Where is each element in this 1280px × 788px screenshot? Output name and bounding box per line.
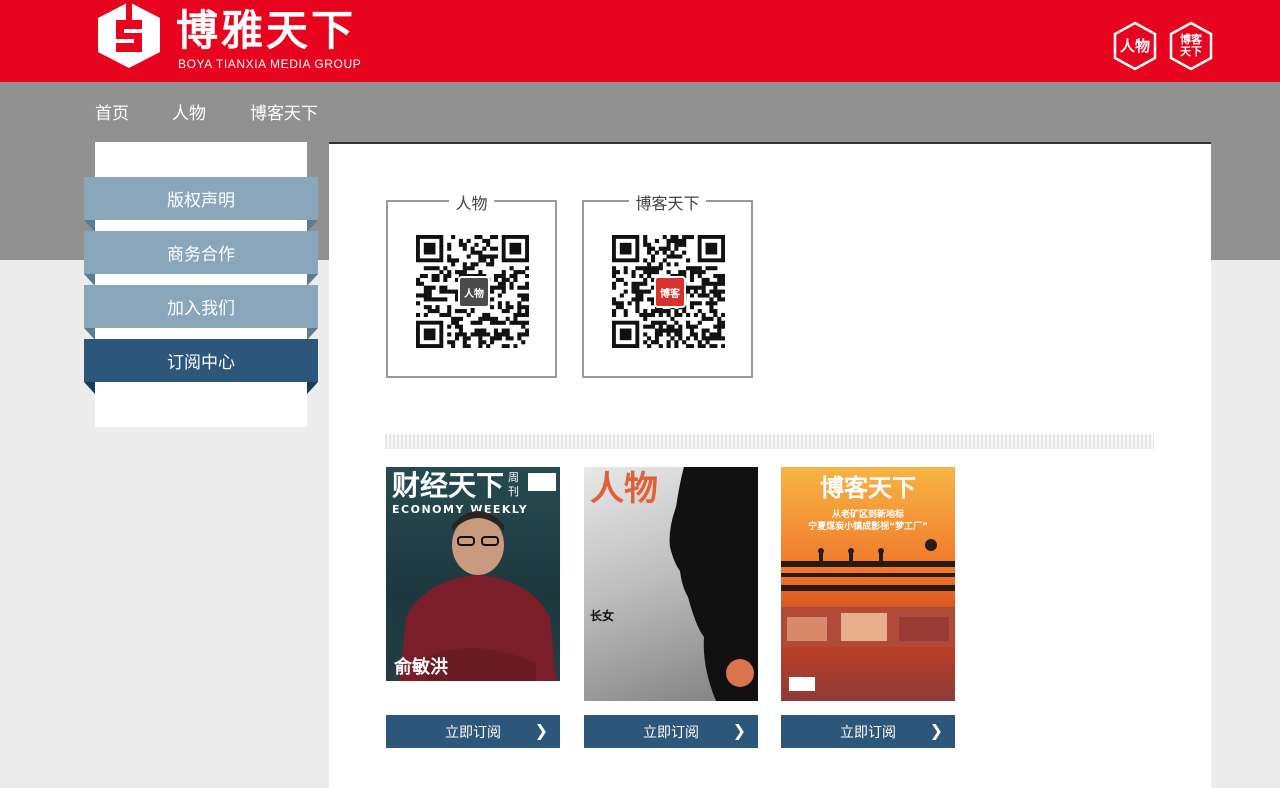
subscribe-button-label: 立即订阅	[445, 724, 501, 741]
divider	[385, 434, 1154, 449]
qr-title: 博客天下	[629, 194, 706, 213]
cover-portrait-icon	[400, 511, 556, 681]
sidebar-item-label: 订阅中心	[84, 339, 318, 382]
qr-title: 人物	[449, 194, 494, 213]
chevron-right-icon: ❯	[534, 721, 548, 740]
sidebar-item-label: 版权声明	[84, 177, 318, 220]
cover-silhouette-icon	[669, 467, 758, 701]
subscribe-button-label: 立即订阅	[643, 724, 699, 741]
qr-card-boke: 博客天下 博客	[582, 194, 753, 378]
sidebar-item-copyright[interactable]: 版权声明	[84, 177, 318, 232]
magazine-cover-renwu[interactable]: 人物 长女	[584, 467, 758, 701]
renwu-logo-icon: 人物	[458, 276, 490, 308]
brand-name-en: BOYA TIANXIA MEDIA GROUP	[178, 57, 362, 71]
subscribe-button-economy[interactable]: 立即订阅 ❯	[386, 715, 560, 748]
nav-renwu[interactable]: 人物	[172, 103, 206, 125]
boya-logo-icon[interactable]	[96, 0, 162, 70]
sidebar-item-business[interactable]: 商务合作	[84, 231, 318, 286]
renwu-hex-label: 人物	[1119, 37, 1150, 55]
subscribe-button-label: 立即订阅	[840, 724, 896, 741]
magazine-cover-economy[interactable]: 财经天下 周刊 ECONOMY WEEKLY 俞敏洪	[386, 467, 560, 681]
sidebar-item-label: 加入我们	[84, 285, 318, 328]
sidebar-item-join[interactable]: 加入我们	[84, 285, 318, 340]
cover-scene-icon	[781, 539, 955, 691]
qr-card-renwu: 人物 人物	[386, 194, 557, 378]
nav-boke[interactable]: 博客天下	[250, 103, 318, 125]
cover-text: 长女	[590, 609, 615, 623]
site-header: 博雅天下 BOYA TIANXIA MEDIA GROUP 人物 博客天下	[0, 0, 1280, 82]
chevron-right-icon: ❯	[732, 721, 746, 740]
subscribe-button-renwu[interactable]: 立即订阅 ❯	[584, 715, 758, 748]
cover-text: 俞敏洪	[394, 657, 448, 678]
brand-name-cn[interactable]: 博雅天下	[176, 6, 356, 56]
sidebar-item-label: 商务合作	[84, 231, 318, 274]
boke-logo-icon: 博客	[654, 276, 686, 308]
magazine-cover-boke[interactable]: 博客天下 从老矿区到新地标 宁夏煤炭小镇成影视“梦工厂”	[781, 467, 955, 701]
nav-home[interactable]: 首页	[95, 103, 129, 125]
renwu-hex-icon[interactable]: 人物	[1113, 21, 1157, 71]
boke-hex-label: 博客天下	[1180, 33, 1202, 58]
chevron-right-icon: ❯	[929, 721, 943, 740]
sidebar-item-subscribe[interactable]: 订阅中心	[84, 339, 318, 394]
subscribe-button-boke[interactable]: 立即订阅 ❯	[781, 715, 955, 748]
boke-hex-icon[interactable]: 博客天下	[1169, 21, 1213, 71]
